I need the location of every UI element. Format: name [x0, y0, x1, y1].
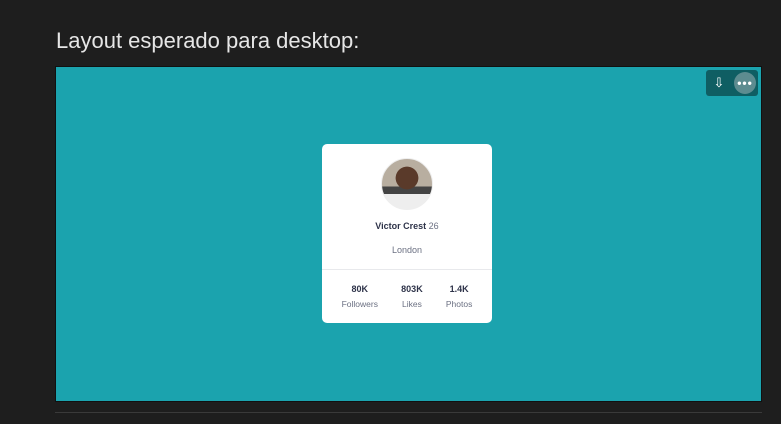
preview-frame: ⇩ ••• Victor Crest 26 London 80K Follower…: [55, 66, 762, 402]
avatar: [381, 158, 433, 210]
profile-card: Victor Crest 26 London 80K Followers 803K…: [322, 144, 492, 323]
more-icon: •••: [734, 72, 756, 94]
more-options-button[interactable]: •••: [732, 70, 758, 96]
download-button[interactable]: ⇩: [706, 70, 732, 96]
stat-followers: 80K Followers: [341, 284, 378, 309]
stats: 80K Followers 803K Likes 1.4K Photos: [322, 270, 492, 312]
image-toolbar: ⇩ •••: [706, 70, 758, 96]
stat-likes: 803K Likes: [401, 284, 423, 309]
divider-line: [55, 412, 762, 413]
profile-name: Victor Crest: [375, 221, 427, 231]
profile-city: London: [391, 245, 423, 255]
stat-photos: 1.4K Photos: [445, 284, 473, 309]
page-heading: Layout esperado para desktop:: [56, 28, 360, 53]
download-icon: ⇩: [713, 75, 725, 90]
profile-age: 26: [428, 221, 439, 231]
